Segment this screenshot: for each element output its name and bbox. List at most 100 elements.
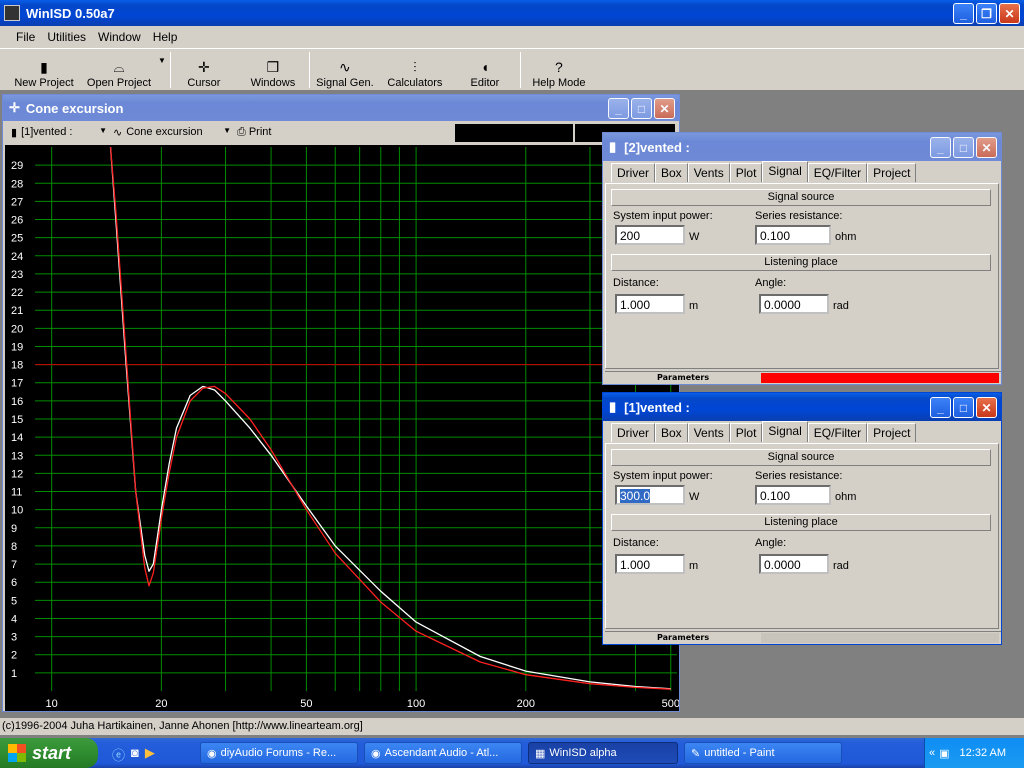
dialog-1-close-button[interactable]: ✕ <box>976 397 997 418</box>
ie-icon[interactable]: ⓔ <box>112 745 125 764</box>
y-tick-label: 25 <box>11 233 23 245</box>
y-tick-label: 13 <box>11 450 23 462</box>
graph-select-label: Cone excursion <box>126 125 203 138</box>
calculators-button[interactable]: ⫶ Calculators <box>380 51 450 89</box>
angle-unit: rad <box>833 560 849 572</box>
tab-project[interactable]: Project <box>867 423 917 442</box>
tab-project[interactable]: Project <box>867 163 917 182</box>
firefox-icon: ◉ <box>207 747 217 760</box>
resistance-input[interactable]: 0.100 <box>755 485 831 505</box>
printer-icon: ⎙ <box>237 125 246 138</box>
signal-gen-button[interactable]: ∿ Signal Gen. <box>310 51 380 89</box>
plot-close-button[interactable]: ✕ <box>654 98 675 119</box>
sine-wave-icon: ∿ <box>339 58 351 75</box>
tab-vents[interactable]: Vents <box>687 423 730 442</box>
menu-utilities[interactable]: Utilities <box>41 30 92 44</box>
y-tick-label: 3 <box>11 632 17 644</box>
taskbar-item-paint[interactable]: ✎ untitled - Paint <box>684 742 842 764</box>
help-mode-button[interactable]: ? Help Mode <box>521 51 597 89</box>
listening-place-heading: Listening place <box>611 254 991 271</box>
menu-window[interactable]: Window <box>92 30 147 44</box>
signal-source-heading: Signal source <box>611 189 991 206</box>
open-project-button[interactable]: ⌓ Open Project <box>80 51 158 89</box>
taskbar-item-label: Ascendant Audio - Atl... <box>384 747 499 759</box>
minimize-button[interactable]: _ <box>953 3 974 24</box>
cursor-button[interactable]: ✛ Cursor <box>171 51 237 89</box>
open-dropdown-icon[interactable]: ▼ <box>158 56 166 65</box>
y-tick-label: 26 <box>11 215 23 227</box>
dialog-1-maximize-button[interactable]: □ <box>953 397 974 418</box>
dialog-1-minimize-button[interactable]: _ <box>930 397 951 418</box>
tab-eq-filter[interactable]: EQ/Filter <box>807 423 868 442</box>
y-tick-label: 23 <box>11 269 23 281</box>
tab-signal[interactable]: Signal <box>762 161 808 182</box>
restore-button[interactable]: ❐ <box>976 3 997 24</box>
menu-help[interactable]: Help <box>147 30 184 44</box>
resistance-input[interactable]: 0.100 <box>755 225 831 245</box>
taskbar-item-diyaudio[interactable]: ◉ diyAudio Forums - Re... <box>200 742 358 764</box>
tab-eq-filter[interactable]: EQ/Filter <box>807 163 868 182</box>
y-tick-label: 28 <box>11 178 23 190</box>
desktop-icon[interactable]: ◙ <box>131 745 139 764</box>
resistance-unit: ohm <box>835 231 857 243</box>
angle-input[interactable]: 0.0000 <box>759 294 829 314</box>
dialog-2-close-button[interactable]: ✕ <box>976 137 997 158</box>
plot-minimize-button[interactable]: _ <box>608 98 629 119</box>
media-player-icon[interactable]: ▶ <box>145 745 155 764</box>
dialog-project-2: ▮ [2]vented : _ □ ✕ Driver Box Vents Plo… <box>602 132 1002 385</box>
network-icon[interactable]: ▣ <box>939 747 949 760</box>
firefox-icon: ◉ <box>371 747 381 760</box>
y-tick-label: 24 <box>11 251 23 263</box>
clock: 12:32 AM <box>959 747 1007 759</box>
power-input[interactable]: 200 <box>615 225 685 245</box>
project-select[interactable]: ▮ [1]vented : ▼ <box>11 126 107 139</box>
editor-button[interactable]: ◖ Editor <box>450 51 520 89</box>
taskbar-item-winisd[interactable]: ▦ WinISD alpha <box>528 742 678 764</box>
menu-file[interactable]: File <box>10 30 41 44</box>
system-tray: « ▣ 12:32 AM <box>924 738 1024 768</box>
dialog-2-maximize-button[interactable]: □ <box>953 137 974 158</box>
tab-driver[interactable]: Driver <box>611 163 655 182</box>
windows-button[interactable]: ❒ Windows <box>237 51 309 89</box>
cursor-label: Cursor <box>187 76 221 89</box>
x-tick-label: 10 <box>46 698 58 710</box>
angle-input[interactable]: 0.0000 <box>759 554 829 574</box>
plot-area: 1 2 3 4 5 6 7 8 9 10 11 12 13 14 15 16 17 18 19 20 21 22 23 24 2… <box>5 145 680 711</box>
y-tick-label: 21 <box>11 305 23 317</box>
tab-signal[interactable]: Signal <box>762 421 808 442</box>
calculators-label: Calculators <box>387 76 443 89</box>
dialog-2-title-bar: ▮ [2]vented : _ □ ✕ <box>603 133 1001 161</box>
start-button[interactable]: start <box>0 738 98 768</box>
tab-box[interactable]: Box <box>655 163 688 182</box>
print-button[interactable]: ⎙ Print <box>237 126 271 139</box>
tab-box[interactable]: Box <box>655 423 688 442</box>
dialog-2-minimize-button[interactable]: _ <box>930 137 951 158</box>
new-project-button[interactable]: ▮ New Project <box>8 51 80 89</box>
distance-unit: m <box>689 300 699 312</box>
taskbar-item-ascendant[interactable]: ◉ Ascendant Audio - Atl... <box>364 742 522 764</box>
close-button[interactable]: ✕ <box>999 3 1020 24</box>
tab-plot[interactable]: Plot <box>729 423 763 442</box>
series-line-1 <box>109 146 671 690</box>
tab-plot[interactable]: Plot <box>729 163 763 182</box>
distance-input[interactable]: 1.000 <box>615 294 685 314</box>
paint-icon: ✎ <box>691 747 701 760</box>
print-label: Print <box>248 125 272 138</box>
cone-excursion-chart[interactable]: 1234567891011121314151617181920212223242… <box>5 145 680 711</box>
distance-input[interactable]: 1.000 <box>615 554 685 574</box>
graph-select[interactable]: ∿ Cone excursion ▼ <box>113 126 231 139</box>
plot-maximize-button[interactable]: □ <box>631 98 652 119</box>
distance-unit: m <box>689 560 699 572</box>
speaker-icon: ▮ <box>11 126 18 139</box>
start-label: start <box>32 742 72 763</box>
tab-vents[interactable]: Vents <box>687 163 730 182</box>
power-label: System input power: <box>613 210 713 222</box>
power-input[interactable]: 300.0 <box>615 485 685 505</box>
dialog-1-title: [1]vented : <box>624 399 690 415</box>
tray-expand-icon[interactable]: « <box>929 747 935 759</box>
tab-driver[interactable]: Driver <box>611 423 655 442</box>
y-tick-label: 20 <box>11 323 23 335</box>
dialog-2-tabs: Driver Box Vents Plot Signal EQ/Filter P… <box>611 161 917 182</box>
cursor-readout-box <box>455 124 573 142</box>
y-tick-label: 11 <box>11 487 22 499</box>
